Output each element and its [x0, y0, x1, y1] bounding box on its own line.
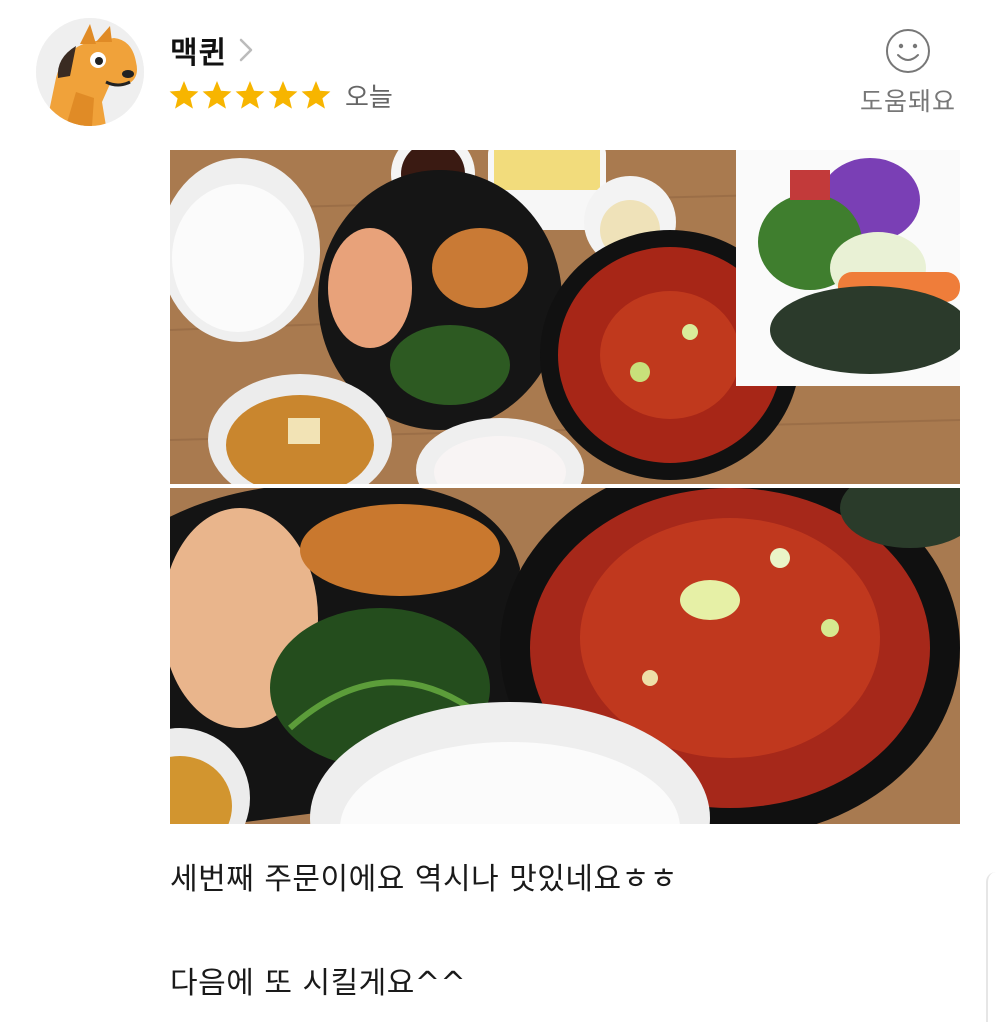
review-text-line: 세번째 주문이에요 역시나 맛있네요ㅎㅎ: [170, 862, 678, 897]
star-icon: [301, 81, 331, 109]
smile-icon: [886, 29, 930, 73]
helpful-button[interactable]: 도움돼요: [848, 24, 968, 120]
horse-avatar-icon: [36, 18, 144, 126]
star-icon: [169, 81, 199, 109]
user-profile-link[interactable]: 맥퀸: [170, 28, 253, 72]
food-photo: [170, 150, 960, 484]
user-name: 맥퀸: [170, 36, 228, 71]
helpful-label: 도움돼요: [859, 87, 956, 116]
review-text-line: 다음에 또 시킬게요^^: [170, 966, 467, 1001]
review-photo-2[interactable]: [170, 488, 960, 824]
scrollbar[interactable]: [986, 872, 996, 1022]
user-avatar[interactable]: [36, 18, 144, 126]
review-date: 오늘: [345, 82, 393, 113]
star-icon: [235, 81, 265, 109]
star-icon: [202, 81, 232, 109]
star-rating: [168, 79, 333, 111]
chevron-right-icon: [239, 38, 253, 62]
food-photo: [170, 488, 960, 824]
rating-row: 오늘: [168, 76, 393, 114]
review-photo-1[interactable]: [170, 150, 960, 484]
star-icon: [268, 81, 298, 109]
